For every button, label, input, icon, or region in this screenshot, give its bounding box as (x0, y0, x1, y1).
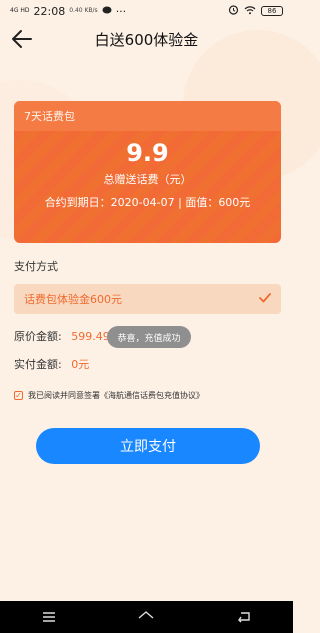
payment-option-selected[interactable]: 话费包体验金600元 (14, 284, 281, 314)
menu-icon[interactable] (36, 607, 62, 627)
package-tag: 7天话费包 (24, 110, 75, 123)
agreement-row: ✓ 我已阅读并同意签署《海航通信话费包充值协议》 (14, 390, 204, 401)
pay-now-button[interactable]: 立即支付 (36, 428, 260, 464)
package-subtitle: 总赠送话费（元） (103, 173, 192, 186)
package-card: 7天话费包 9.9 总赠送话费（元） 合约到期日：2020-04-07 | 面值… (14, 101, 281, 243)
agreement-checkbox[interactable]: ✓ (14, 391, 23, 400)
back-button[interactable] (10, 28, 34, 50)
alarm-icon (228, 4, 239, 18)
network-speed: 0.40 KB/s (69, 7, 98, 14)
checkmark-icon (259, 291, 271, 307)
header: 白送600体验金 (0, 22, 293, 56)
network-indicator: 4G HD (10, 7, 30, 14)
actual-amount-label: 实付金额: (14, 358, 62, 371)
chat-icon (102, 5, 112, 18)
system-nav-bar (0, 601, 293, 633)
battery-icon: 86 (261, 6, 283, 16)
home-icon[interactable] (133, 607, 159, 627)
more-dots: ··· (115, 4, 127, 18)
status-right: 86 (228, 4, 283, 18)
actual-amount-value: 0元 (71, 358, 90, 371)
wifi-icon (244, 5, 256, 18)
status-left: 4G HD 22:08 0.40 KB/s ··· (10, 5, 126, 18)
payment-method-title: 支付方式 (14, 260, 58, 273)
back-nav-icon[interactable] (231, 607, 257, 627)
payment-option-label: 话费包体验金600元 (24, 293, 122, 306)
card-header: 7天话费包 (14, 101, 281, 131)
original-amount-row: 原价金额: 599.49元 (14, 328, 121, 344)
agreement-text[interactable]: 我已阅读并同意签署《海航通信话费包充值协议》 (28, 390, 204, 401)
status-time: 22:08 (33, 4, 66, 18)
package-expiry: 合约到期日：2020-04-07 | 面值：600元 (44, 196, 251, 209)
page-title: 白送600体验金 (94, 30, 199, 49)
success-toast: 恭喜，充值成功 (107, 326, 191, 348)
package-price: 9.9 (126, 139, 169, 167)
arrow-left-icon (12, 30, 32, 48)
actual-amount-row: 实付金额: 0元 (14, 356, 89, 372)
status-bar: 4G HD 22:08 0.40 KB/s ··· 86 (0, 0, 293, 22)
original-amount-label: 原价金额: (14, 330, 62, 343)
